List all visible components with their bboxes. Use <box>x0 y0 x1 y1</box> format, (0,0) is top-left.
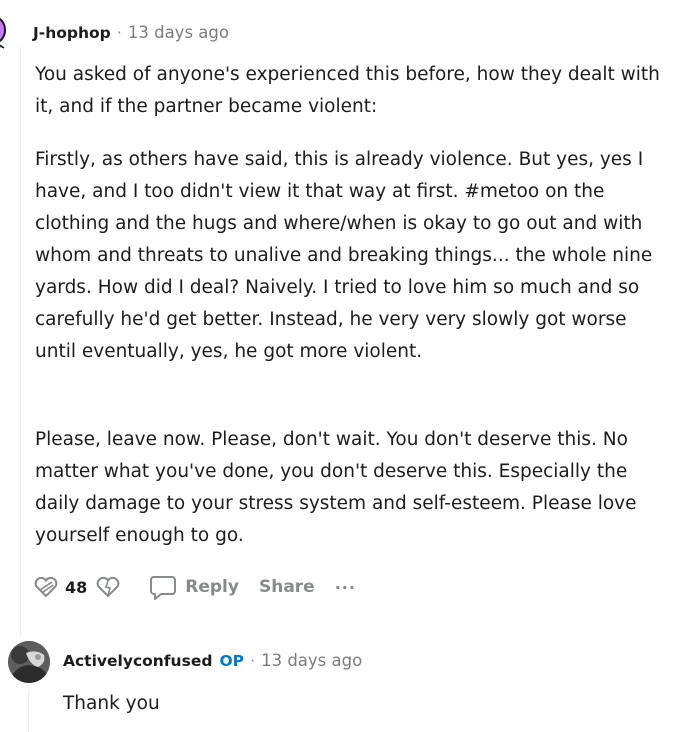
reply-label: Reply <box>185 577 239 597</box>
share-button[interactable]: Share <box>259 577 315 597</box>
reply-meta: Activelyconfused OP · 13 days ago <box>63 651 362 670</box>
avatar[interactable] <box>8 641 50 683</box>
op-badge: OP <box>219 651 244 670</box>
comment-author[interactable]: J-hophop <box>33 24 111 42</box>
comment-actions: 48 Reply Share ··· <box>33 570 356 604</box>
comment-meta: J-hophop · 13 days ago <box>33 23 229 42</box>
comment-paragraph: Firstly, as others have said, this is al… <box>35 149 653 362</box>
comment-timestamp[interactable]: 13 days ago <box>128 23 229 42</box>
reply-author[interactable]: Activelyconfused <box>63 652 212 670</box>
comment-paragraph: You asked of anyone's experienced this b… <box>35 64 660 117</box>
thread-line <box>28 690 29 732</box>
comment-paragraph: Please, leave now. Please, don't wait. Y… <box>35 429 637 546</box>
meta-separator: · <box>116 23 122 42</box>
comment-bubble-icon <box>150 576 177 600</box>
reply-timestamp[interactable]: 13 days ago <box>261 651 362 670</box>
upvote-icon[interactable] <box>33 574 59 600</box>
user-photo-icon <box>8 641 50 683</box>
more-options-button[interactable]: ··· <box>335 578 356 597</box>
thread-line <box>20 46 21 636</box>
reply-text: Thank you <box>63 693 160 714</box>
vote-count: 48 <box>65 577 88 597</box>
reply-button[interactable]: Reply <box>149 573 239 601</box>
downvote-icon[interactable] <box>95 574 121 600</box>
avatar[interactable] <box>0 0 16 52</box>
snoo-avatar-icon <box>0 17 6 49</box>
meta-separator: · <box>249 651 256 670</box>
